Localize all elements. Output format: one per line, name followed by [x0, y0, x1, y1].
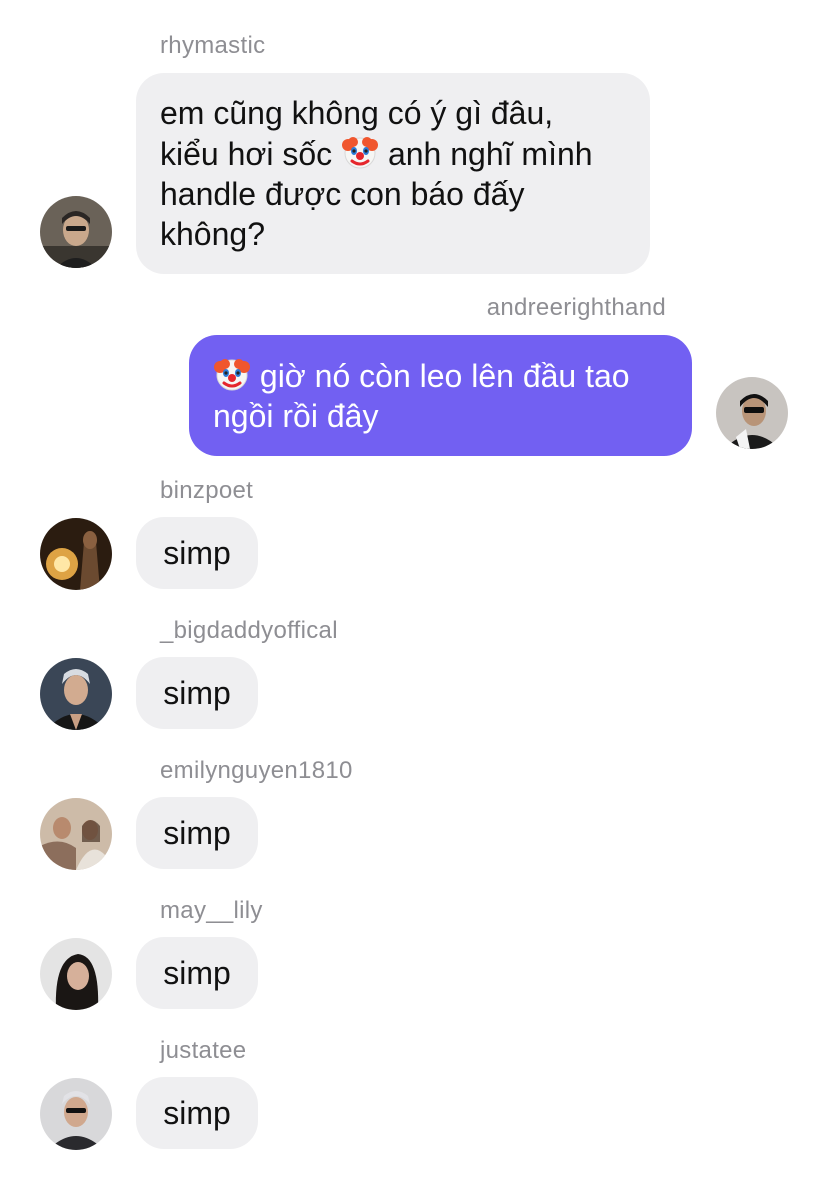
sender-username: justatee — [160, 1037, 247, 1064]
message-bubble[interactable]: giờ nó còn leo lên đầu tao ngồi rồi đây — [189, 335, 692, 456]
message-bubble[interactable]: simp — [136, 657, 258, 729]
message-text: ngồi rồi đây — [213, 398, 379, 434]
chat-thread: rhymastic em cũng không có ý gì đâu, kiể… — [0, 0, 828, 1198]
message-text: handle được con báo đấy — [160, 176, 525, 212]
message-text: em cũng không có ý gì đâu, — [160, 95, 554, 131]
sender-username: emilynguyen1810 — [160, 757, 353, 784]
message-bubble[interactable]: simp — [136, 937, 258, 1009]
avatar[interactable] — [40, 938, 112, 1010]
avatar[interactable] — [40, 1078, 112, 1150]
sender-username: rhymastic — [160, 32, 266, 59]
message-bubble[interactable]: simp — [136, 517, 258, 589]
avatar[interactable] — [40, 518, 112, 590]
clown-face-emoji-icon — [341, 133, 379, 171]
sender-username: may__lily — [160, 897, 263, 924]
avatar[interactable] — [40, 798, 112, 870]
message-text: kiểu hơi sốc anh nghĩ mình — [160, 133, 626, 174]
message-text: không? — [160, 216, 265, 252]
message-bubble[interactable]: em cũng không có ý gì đâu, kiểu hơi sốc — [136, 73, 650, 274]
sender-username: binzpoet — [160, 477, 254, 504]
avatar[interactable] — [716, 377, 788, 449]
clown-face-emoji-icon — [213, 355, 251, 393]
sender-username: _bigdaddyoffical — [160, 617, 338, 644]
avatar[interactable] — [40, 196, 112, 268]
avatar[interactable] — [40, 658, 112, 730]
message-bubble[interactable]: simp — [136, 1077, 258, 1149]
message-bubble[interactable]: simp — [136, 797, 258, 869]
message-text: giờ nó còn leo lên đầu tao — [213, 355, 668, 396]
sender-username: andreerighthand — [486, 294, 666, 321]
